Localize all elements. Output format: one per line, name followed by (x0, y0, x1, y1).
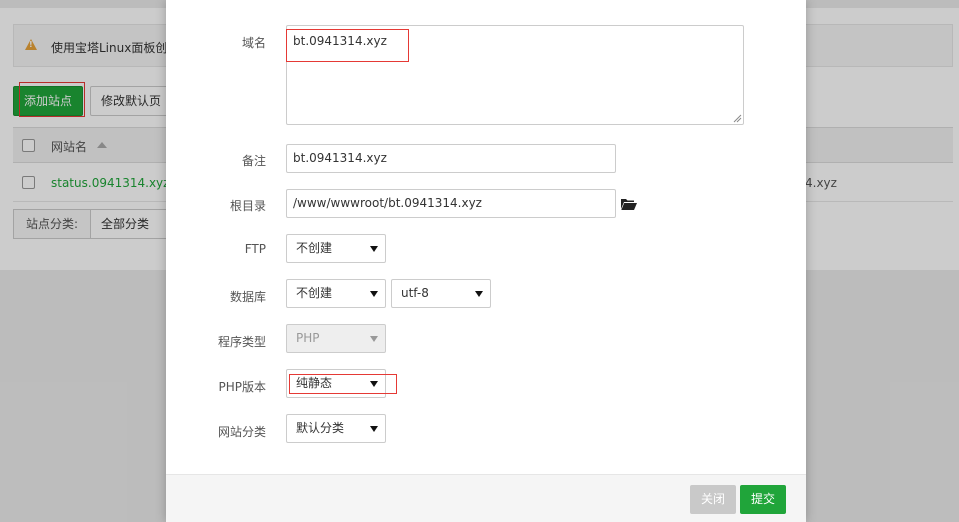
php-version-label: PHP版本 (218, 380, 267, 394)
ftp-label: FTP (244, 242, 266, 256)
remark-label: 备注 (241, 154, 266, 168)
root-dir-input[interactable]: /www/wwwroot/bt.0941314.xyz (286, 189, 616, 218)
database-label: 数据库 (229, 290, 266, 304)
site-category-select-value: 默认分类 (296, 421, 345, 435)
root-dir-label: 根目录 (229, 199, 266, 213)
folder-open-icon[interactable] (621, 198, 637, 210)
close-button[interactable]: 关闭 (690, 485, 736, 514)
charset-select[interactable]: utf-8 (391, 279, 491, 308)
site-category-select[interactable]: 默认分类 (286, 414, 386, 443)
php-version-select-value: 纯静态 (296, 376, 333, 390)
submit-button[interactable]: 提交 (740, 485, 786, 514)
ftp-select[interactable]: 不创建 (286, 234, 386, 263)
caret-down-icon (475, 291, 483, 297)
program-type-select: PHP (286, 324, 386, 353)
database-select-value: 不创建 (296, 286, 333, 300)
program-type-label: 程序类型 (217, 335, 266, 349)
program-type-select-value: PHP (296, 331, 320, 345)
site-category-label: 网站分类 (217, 425, 266, 439)
add-site-dialog: 域名 bt.0941314.xyz 备注 bt.0941314.xyz 根目录 … (166, 0, 806, 522)
caret-down-icon (370, 246, 378, 252)
ftp-select-value: 不创建 (296, 241, 333, 255)
domain-textarea[interactable]: bt.0941314.xyz (286, 25, 744, 125)
caret-down-icon (370, 426, 378, 432)
dialog-footer: 关闭 提交 (166, 474, 806, 522)
caret-down-icon (370, 381, 378, 387)
charset-select-value: utf-8 (401, 286, 429, 300)
php-version-select[interactable]: 纯静态 (286, 369, 386, 398)
caret-down-icon (370, 336, 378, 342)
remark-input[interactable]: bt.0941314.xyz (286, 144, 616, 173)
caret-down-icon (370, 291, 378, 297)
database-select[interactable]: 不创建 (286, 279, 386, 308)
resize-grip-icon[interactable] (732, 113, 742, 123)
domain-label: 域名 (241, 36, 266, 50)
